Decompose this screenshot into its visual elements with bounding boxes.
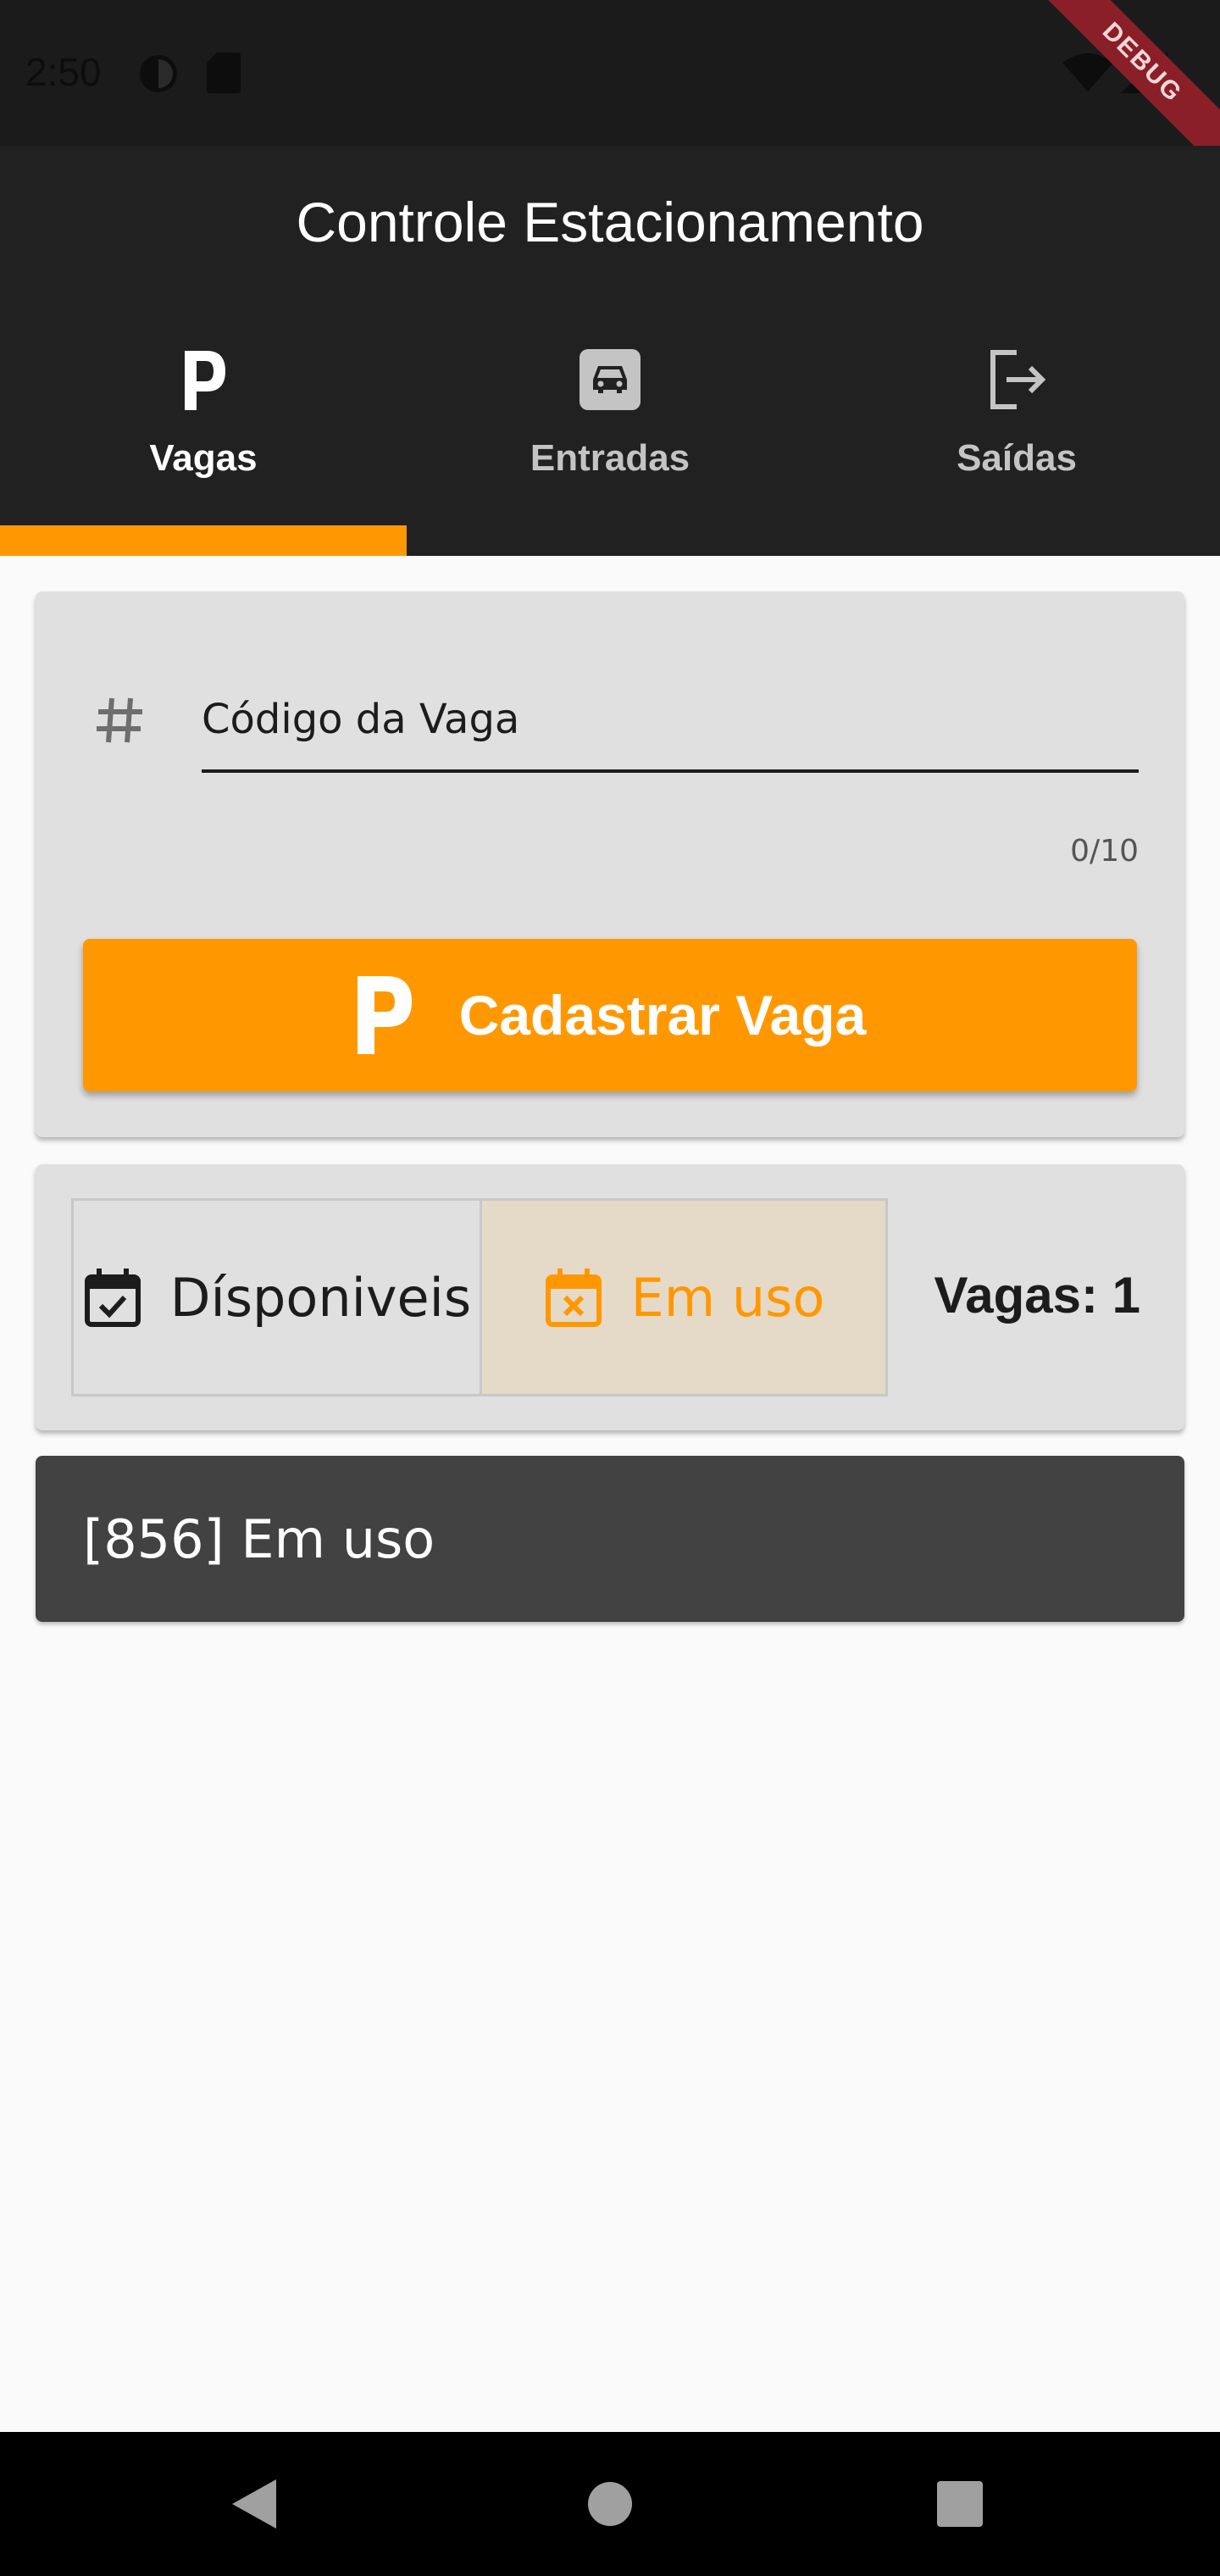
spot-label: [856] Em uso [83,1508,435,1570]
char-counter: 0/10 [1070,834,1139,869]
tab-label: Vagas [149,437,258,479]
tab-label: Entradas [530,437,690,479]
tab-indicator [0,525,407,556]
event-available-icon [84,1269,141,1327]
toggle-available[interactable]: Dísponiveis [74,1201,482,1394]
wifi-icon [1062,53,1113,92]
spot-code-input[interactable] [202,685,1139,773]
register-spot-button[interactable]: Cadastrar Vaga [83,939,1137,1091]
event-busy-icon [545,1269,602,1327]
tab-vagas[interactable]: Vagas [0,346,407,525]
recents-icon[interactable] [932,2476,988,2532]
app-title: Controle Estacionamento [296,191,924,253]
spot-form-card: 0/10 Cadastrar Vaga [36,591,1184,1137]
toggle-in-use[interactable]: Em uso [482,1201,885,1394]
tab-entradas[interactable]: Entradas [407,346,813,525]
toggle-available-label: Dísponiveis [169,1266,472,1329]
exit-icon [990,350,1046,409]
register-button-label: Cadastrar Vaga [458,984,867,1046]
car-icon [580,349,640,410]
parking-icon [357,976,412,1054]
system-nav-bar [0,2432,1220,2576]
tab-label: Saídas [957,437,1077,479]
availability-toggle-group: Dísponiveis Em uso [71,1198,888,1396]
toggle-in-use-label: Em uso [630,1266,825,1329]
app-bar: Controle Estacionamento Vagas Entradas S… [0,146,1220,556]
spot-count: Vagas: 1 [934,1267,1141,1324]
data-saver-icon [140,55,177,92]
list-item[interactable]: [856] Em uso [36,1456,1184,1622]
hash-icon [97,697,142,743]
status-bar: 2:50 DEBUG [0,0,1220,180]
sd-card-icon [207,53,241,93]
tab-saidas[interactable]: Saídas [813,346,1220,525]
back-icon[interactable] [225,2476,281,2532]
parking-icon [185,351,225,410]
home-icon[interactable] [582,2476,638,2532]
status-time: 2:50 [25,50,102,94]
filter-card: Dísponiveis Em uso Vagas: 1 [36,1164,1184,1430]
